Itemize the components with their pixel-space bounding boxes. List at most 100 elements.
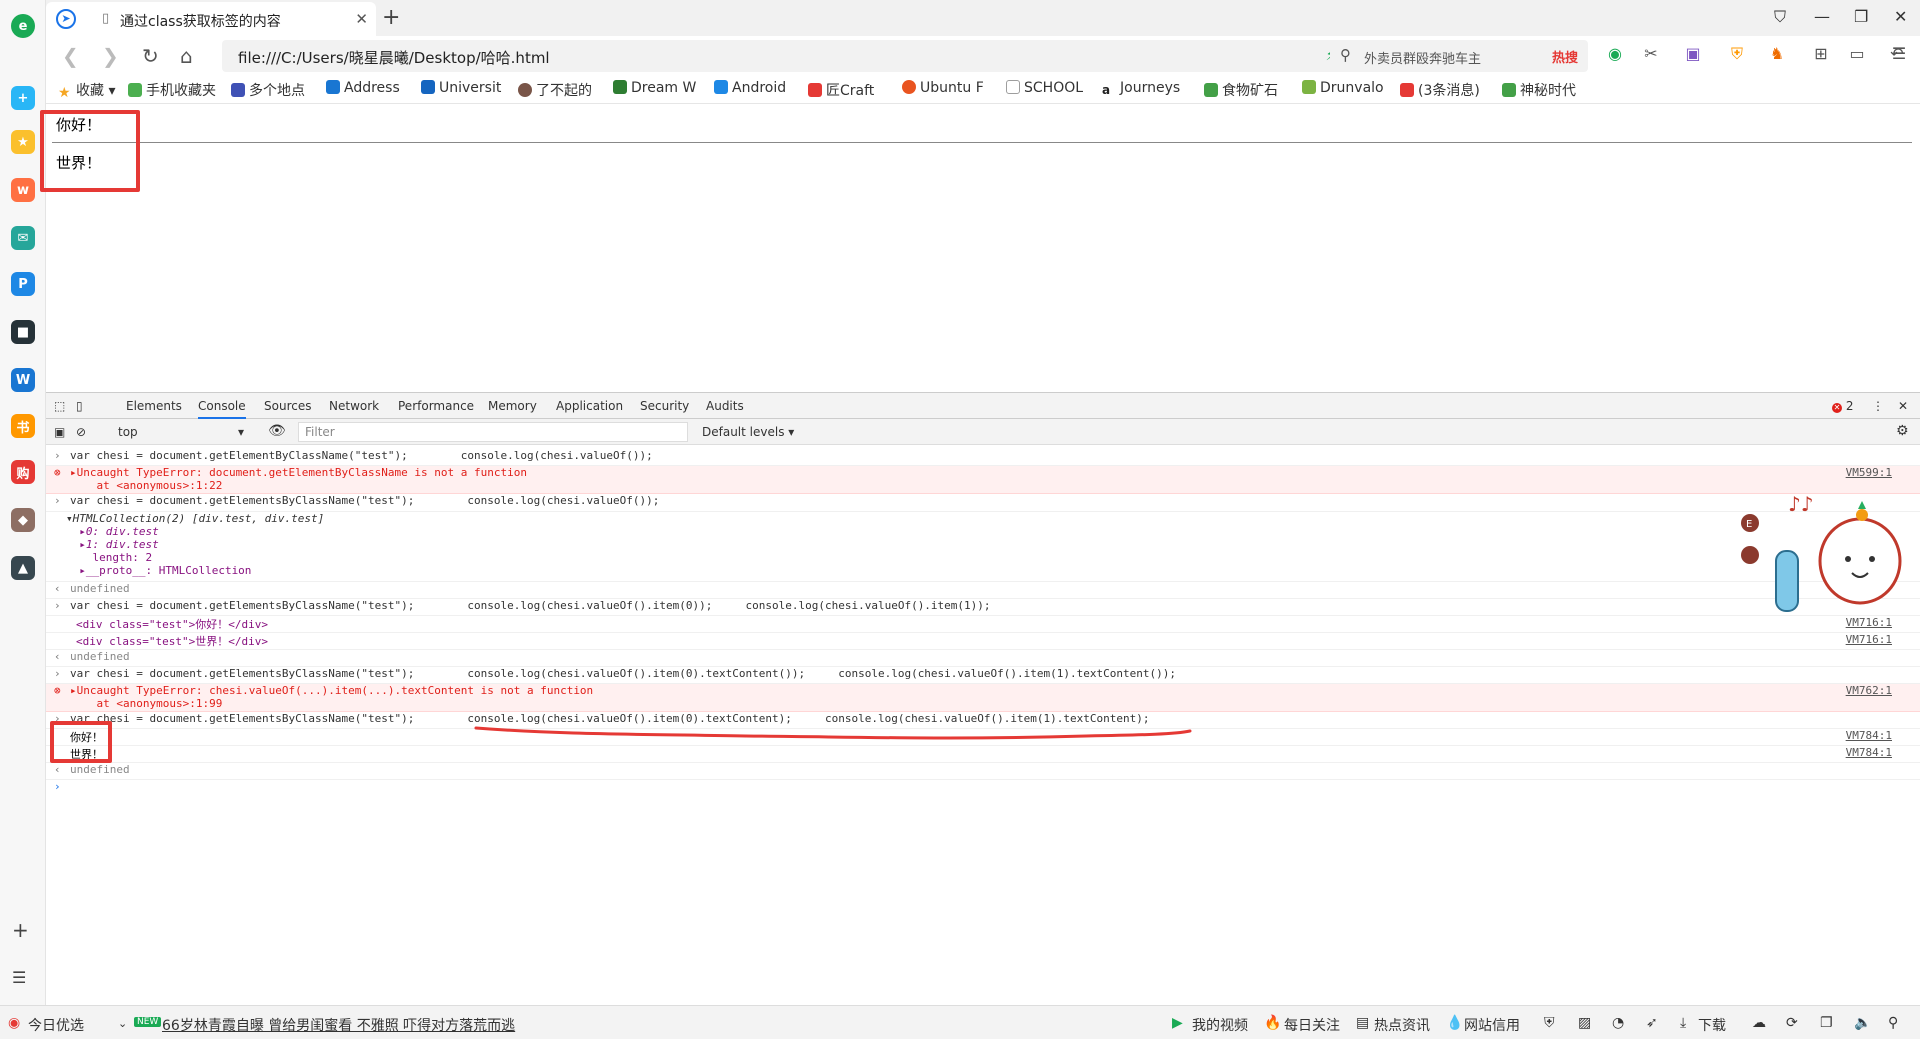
sticker-body <box>1818 517 1902 605</box>
my-videos-link[interactable]: 我的视频 <box>1192 1015 1248 1035</box>
tab-performance[interactable]: Performance <box>398 399 474 413</box>
bookmark-item[interactable]: 匠Craft <box>808 80 874 100</box>
context-dropdown-icon[interactable]: ▾ <box>238 425 244 439</box>
device-toggle-icon[interactable]: ▯ <box>76 399 83 413</box>
apps-grid-icon[interactable]: ⊞ <box>1810 44 1832 66</box>
bookmark-item[interactable]: Address <box>326 80 400 96</box>
bookmark-item[interactable]: 手机收藏夹 <box>128 80 216 100</box>
refresh-icon[interactable]: ⟳ <box>1786 1015 1798 1031</box>
chat-icon[interactable]: ◉ <box>1604 44 1626 66</box>
tab-memory[interactable]: Memory <box>488 399 537 413</box>
context-select[interactable]: top <box>118 425 138 439</box>
download-link[interactable]: 下载 <box>1698 1015 1726 1035</box>
rocket-icon[interactable]: ➶ <box>1646 1015 1658 1031</box>
main-menu-icon[interactable]: ☰ <box>1888 44 1910 66</box>
bookmark-item[interactable]: Dream W <box>613 80 696 96</box>
news-app-icon[interactable]: ■ <box>11 320 35 344</box>
daily-follow-link[interactable]: 每日关注 <box>1284 1015 1340 1035</box>
menu-list-icon[interactable]: ☰ <box>12 968 26 987</box>
bookmark-item[interactable]: Drunvalo <box>1302 80 1384 96</box>
home-button[interactable]: ⌂ <box>180 44 193 68</box>
sidebar-app-icon[interactable]: + <box>11 86 35 110</box>
tab-sources[interactable]: Sources <box>264 399 311 413</box>
battery-icon[interactable]: ▭ <box>1846 44 1868 66</box>
inspect-icon[interactable]: ⬚ <box>54 399 65 413</box>
search-box[interactable]: ⚲ 外卖员群殴奔驰车主 热搜 <box>1330 40 1588 72</box>
tab-security[interactable]: Security <box>640 399 689 413</box>
speed-icon[interactable]: ◔ <box>1612 1015 1624 1031</box>
news-headline-link[interactable]: 66岁林青霞自曝 曾给男闺蜜看 不雅照 吓得对方落荒而逃 <box>162 1015 515 1035</box>
shield-icon[interactable]: ⛨ <box>1544 1015 1555 1031</box>
back-button[interactable]: ❮ <box>62 44 79 68</box>
sidebar-toggle-icon[interactable]: ▣ <box>54 425 65 439</box>
app-p-icon[interactable]: P <box>11 272 35 296</box>
address-bar[interactable]: file:///C:/Users/晓星晨曦/Desktop/哈哈.html ⚡ … <box>222 40 1372 72</box>
minimize-button[interactable]: — <box>1814 7 1830 26</box>
bookmark-item[interactable]: a Journeys <box>1102 80 1180 97</box>
tab-application[interactable]: Application <box>556 399 623 413</box>
volume-icon[interactable]: 🔈 <box>1854 1015 1871 1031</box>
bookmark-item[interactable]: Ubuntu F <box>902 80 984 96</box>
bookmark-label: Universit <box>439 80 502 96</box>
game-icon[interactable]: ◆ <box>11 508 35 532</box>
red-underline-annotation <box>474 726 1192 740</box>
weibo-icon[interactable]: w <box>11 178 35 202</box>
scissors-icon[interactable]: ✂ <box>1640 44 1662 66</box>
url-text[interactable]: file:///C:/Users/晓星晨曦/Desktop/哈哈.html <box>238 47 550 68</box>
new-tab-button[interactable]: + <box>382 5 400 30</box>
game2-icon[interactable]: ▲ <box>11 556 35 580</box>
bookmark-item[interactable]: SCHOOL <box>1006 80 1083 96</box>
bookmark-item[interactable]: (3条消息) <box>1400 80 1480 100</box>
hot-news-link[interactable]: 热点资讯 <box>1374 1015 1430 1035</box>
bookmark-item[interactable]: Android <box>714 80 786 96</box>
tab-console[interactable]: Console <box>198 399 246 419</box>
levels-select[interactable]: Default levels ▾ <box>702 425 794 439</box>
mc-icon <box>1204 83 1218 97</box>
tab-network[interactable]: Network <box>329 399 379 413</box>
search-input[interactable]: 外卖员群殴奔驰车主 <box>1364 48 1481 67</box>
close-devtools-icon[interactable]: ✕ <box>1898 399 1908 413</box>
bookmark-item[interactable]: Universit <box>421 80 501 96</box>
add-icon[interactable]: + <box>12 918 29 942</box>
site-credit-link[interactable]: 网站信用 <box>1464 1015 1520 1035</box>
window-icon[interactable]: ❐ <box>1820 1015 1833 1031</box>
bookmark-item[interactable]: 神秘时代 <box>1502 80 1576 100</box>
word-icon[interactable]: W <box>11 368 35 392</box>
bookmark-item[interactable]: 食物矿石 <box>1204 80 1278 100</box>
today-picks-link[interactable]: 今日优选 <box>28 1015 84 1035</box>
tab-elements[interactable]: Elements <box>126 399 182 413</box>
filter-input[interactable]: Filter <box>298 422 688 442</box>
pin-icon[interactable]: ⛉ <box>1774 7 1786 27</box>
bookmark-item[interactable]: 了不起的 <box>518 80 592 100</box>
forward-button[interactable]: ❯ <box>102 44 119 68</box>
shop-icon[interactable]: 购 <box>11 460 35 484</box>
settings-gear-icon[interactable]: ⚙ <box>1896 423 1909 439</box>
close-tab-icon[interactable]: ✕ <box>355 10 368 28</box>
reload-button[interactable]: ↻ <box>142 44 159 68</box>
zoom-icon[interactable]: ⚲ <box>1888 1015 1898 1031</box>
tab-audits[interactable]: Audits <box>706 399 744 413</box>
more-options-icon[interactable]: ⋮ <box>1872 399 1884 413</box>
clear-console-icon[interactable]: ⊘ <box>76 425 86 439</box>
gamepad-icon[interactable]: ♞ <box>1766 44 1788 66</box>
horizontal-rule <box>52 142 1912 143</box>
tab-bar: ➤ ▯ 通过class获取标签的内容 ✕ + ⛉ — ❐ ✕ <box>46 0 1920 36</box>
favorites-icon[interactable]: ★ <box>11 130 35 154</box>
chevron-down-icon[interactable]: ⌄ <box>118 1017 127 1030</box>
novel-icon[interactable]: 书 <box>11 414 35 438</box>
translate-icon[interactable]: ▣ <box>1682 44 1704 66</box>
navigation-icon: ➤ <box>56 9 76 29</box>
restore-button[interactable]: ❐ <box>1854 7 1868 26</box>
close-window-button[interactable]: ✕ <box>1894 7 1907 26</box>
eye-icon[interactable]: 👁 <box>268 423 286 439</box>
bookmark-item[interactable]: 多个地点 <box>231 80 305 100</box>
error-counter[interactable]: ✕ 2 <box>1832 399 1853 413</box>
bookmark-label: Ubuntu F <box>920 80 984 96</box>
shield-icon[interactable]: ⛨ <box>1726 44 1748 66</box>
mail-icon[interactable]: ✉ <box>11 226 35 250</box>
cloud-icon[interactable]: ☁ <box>1752 1015 1766 1031</box>
ubuntu-icon <box>902 80 916 94</box>
image-icon[interactable]: ▨ <box>1578 1015 1591 1031</box>
tab-active[interactable]: ➤ ▯ 通过class获取标签的内容 ✕ <box>46 2 376 36</box>
bookmark-item[interactable]: ★ 收藏 ▾ <box>58 80 115 101</box>
